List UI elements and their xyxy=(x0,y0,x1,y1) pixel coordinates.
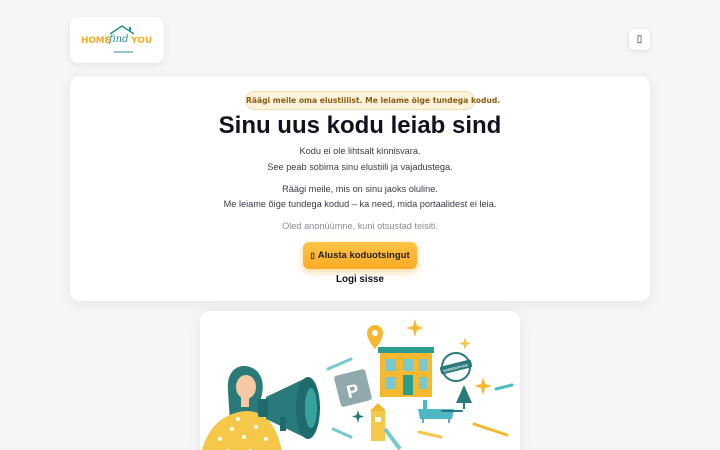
start-search-button[interactable]: ▯ Alusta koduotsingut xyxy=(303,242,417,269)
logo[interactable]: HOME find YOU xyxy=(70,17,164,63)
logo-text-home: HOME xyxy=(81,36,111,46)
sparkle-icon xyxy=(406,319,424,337)
menu-button[interactable]: ▯ xyxy=(629,29,650,50)
parking-sign-icon: P xyxy=(334,369,372,407)
intro-line-2: See peab sobima sinu elustiili ja vajadu… xyxy=(267,162,453,172)
intro-line-3: Räägi meile, mis on sinu jaoks oluline. xyxy=(282,184,438,194)
login-link[interactable]: Logi sisse xyxy=(310,274,410,285)
page-title: Sinu uus kodu leiab sind xyxy=(218,112,502,139)
start-search-label: Alusta koduotsingut xyxy=(317,250,410,261)
illustration-card: P KODUSOOVIJA xyxy=(200,311,520,450)
building-icon xyxy=(378,347,434,397)
playground-icon xyxy=(370,403,402,450)
home-search-illustration: P KODUSOOVIJA xyxy=(202,319,514,450)
intro-line-1: Kodu ei ole lihtsalt kinnisvara. xyxy=(299,146,421,156)
logo-text-you: YOU xyxy=(131,36,153,46)
menu-icon: ▯ xyxy=(636,34,643,45)
sparkle-icon xyxy=(459,337,471,350)
anonymous-note: Oled anonüümne, kuni otsustad teisiti. xyxy=(282,221,438,231)
hero-card: Räägi meile oma elustiilist. Me leiame õ… xyxy=(70,76,650,301)
map-pin-icon xyxy=(367,325,383,349)
intro-line-4: Me leiame õige tundega kodud – ka need, … xyxy=(223,199,497,209)
logo-text-find: find xyxy=(109,34,129,45)
chat-icon: ▯ xyxy=(310,251,315,260)
sparkle-icon xyxy=(474,377,492,395)
tree-icon xyxy=(456,385,472,409)
sparkle-icon xyxy=(352,410,364,423)
round-sign-icon: KODUSOOVIJA xyxy=(439,352,473,382)
intro-badge: Räägi meile oma elustiilist. Me leiame õ… xyxy=(245,91,500,110)
